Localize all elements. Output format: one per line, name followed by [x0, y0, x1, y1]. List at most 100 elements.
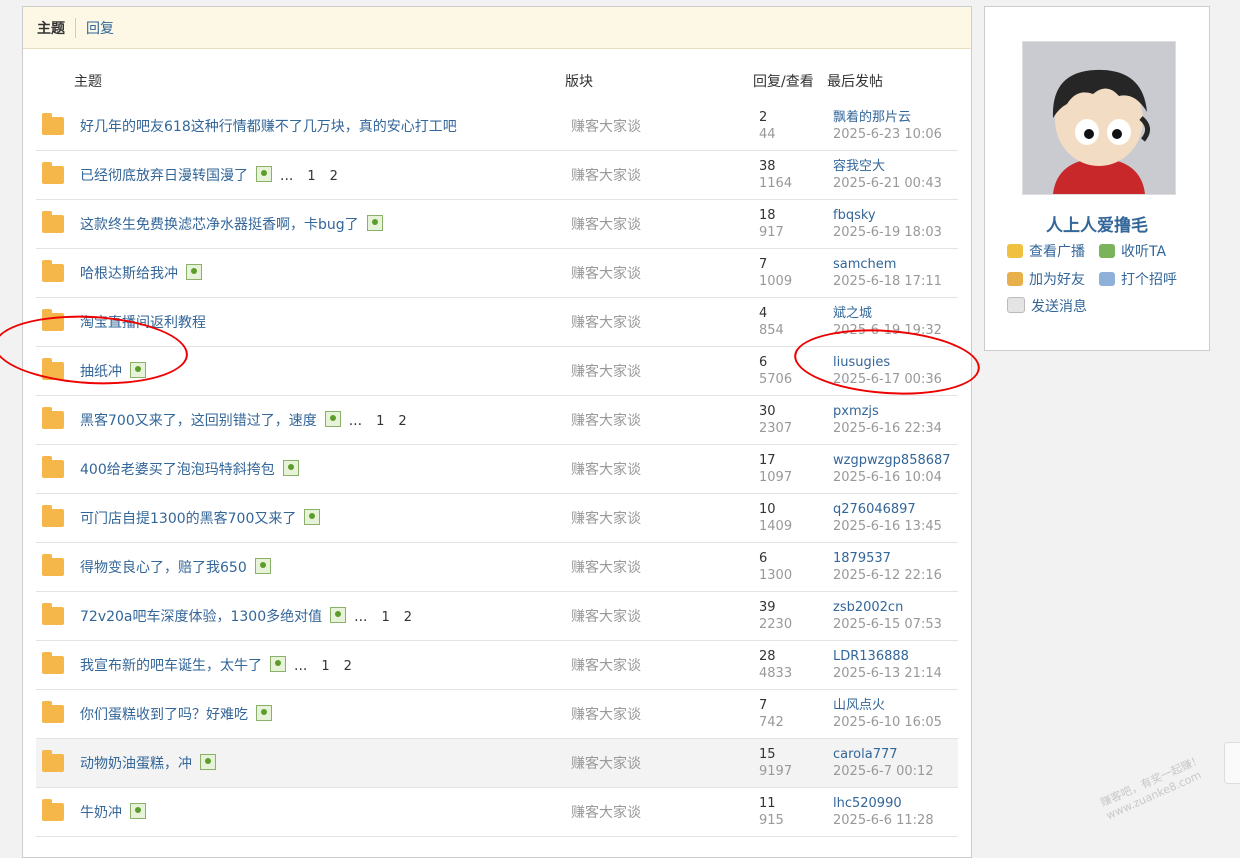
last-poster-link[interactable]: 飘着的那片云: [833, 109, 958, 126]
forum-name[interactable]: 赚客大家谈: [571, 640, 759, 690]
title-cell: 黑客700又来了，这回别错过了，速度... 1 2: [80, 395, 571, 445]
add-friend-link[interactable]: 加为好友: [1007, 269, 1085, 289]
header-last-post: 最后发帖: [827, 74, 883, 90]
forum-name[interactable]: 赚客大家谈: [571, 102, 759, 151]
last-poster-link[interactable]: 容我空大: [833, 158, 958, 175]
table-row[interactable]: 你们蛋糕收到了吗？好难吃 赚客大家谈 7 742 山风点火 2025-6-10 16:05: [36, 689, 958, 739]
table-row[interactable]: 动物奶油蛋糕，冲 赚客大家谈 15 9197 carola777 2025-6-7 00:…: [36, 738, 958, 788]
table-row[interactable]: 这款终生免费换滤芯净水器挺香啊，卡bug了 赚客大家谈 18 917 fbqsky 202…: [36, 199, 958, 249]
thread-title-link[interactable]: 牛奶冲: [80, 805, 122, 821]
follow-link[interactable]: 收听TA: [1099, 241, 1166, 261]
stats-cell: 18 917: [759, 199, 833, 249]
forum-name[interactable]: 赚客大家谈: [571, 444, 759, 494]
folder-cell: [36, 738, 80, 788]
reply-count: 2: [759, 110, 768, 125]
last-poster-link[interactable]: fbqsky: [833, 207, 958, 224]
thread-page-link[interactable]: 2: [404, 610, 412, 625]
thread-title-link[interactable]: 哈根达斯给我冲: [80, 266, 178, 282]
forum-name[interactable]: 赚客大家谈: [571, 787, 759, 837]
forum-name[interactable]: 赚客大家谈: [571, 297, 759, 347]
reply-count: 28: [759, 649, 776, 664]
last-poster-link[interactable]: q276046897: [833, 501, 958, 518]
stats-cell: 2 44: [759, 102, 833, 151]
table-row[interactable]: 得物变良心了，赔了我650 赚客大家谈 6 1300 1879537 2025-6-12 …: [36, 542, 958, 592]
table-row[interactable]: 400给老婆买了泡泡玛特斜挎包 赚客大家谈 17 1097 wzgpwzgp858687…: [36, 444, 958, 494]
thread-title-link[interactable]: 好几年的吧友618这种行情都赚不了几万块，真的安心打工吧: [80, 119, 457, 135]
last-poster-link[interactable]: lhc520990: [833, 795, 958, 812]
last-poster-link[interactable]: zsb2002cn: [833, 599, 958, 616]
folder-icon: [42, 603, 64, 625]
last-poster-link[interactable]: carola777: [833, 746, 958, 763]
last-poster-link[interactable]: LDR136888: [833, 648, 958, 665]
last-post-cell: 1879537 2025-6-12 22:16: [833, 542, 958, 592]
thread-title-link[interactable]: 黑客700又来了，这回别错过了，速度: [80, 413, 317, 429]
stats-cell: 15 9197: [759, 738, 833, 788]
view-count: 1300: [759, 568, 793, 583]
forum-name[interactable]: 赚客大家谈: [571, 591, 759, 641]
thread-page-link[interactable]: 1: [381, 610, 389, 625]
last-poster-link[interactable]: 山风点火: [833, 697, 958, 714]
title-cell: 动物奶油蛋糕，冲: [80, 738, 571, 788]
forum-name[interactable]: 赚客大家谈: [571, 346, 759, 396]
thread-title-link[interactable]: 这款终生免费换滤芯净水器挺香啊，卡bug了: [80, 217, 359, 233]
last-post-cell: 山风点火 2025-6-10 16:05: [833, 689, 958, 739]
thread-title-link[interactable]: 我宣布新的吧车诞生，太牛了: [80, 658, 262, 674]
tab-bar: 主题 回复: [23, 7, 971, 49]
image-attachment-icon: [200, 754, 216, 770]
table-row[interactable]: 黑客700又来了，这回别错过了，速度... 1 2 赚客大家谈 30 2307 pxmzjs…: [36, 395, 958, 445]
reply-count: 18: [759, 208, 776, 223]
thread-title-link[interactable]: 可门店自提1300的黑客700又来了: [80, 511, 296, 527]
image-attachment-icon: [130, 803, 146, 819]
reply-count: 11: [759, 796, 776, 811]
thread-page-link[interactable]: 1: [307, 169, 315, 184]
table-row[interactable]: 72v20a吧车深度体验，1300多绝对值... 1 2 赚客大家谈 39 2230 zsb…: [36, 591, 958, 641]
last-post-cell: q276046897 2025-6-16 13:45: [833, 493, 958, 543]
forum-name[interactable]: 赚客大家谈: [571, 738, 759, 788]
last-poster-link[interactable]: wzgpwzgp858687: [833, 452, 958, 469]
table-row[interactable]: 哈根达斯给我冲 赚客大家谈 7 1009 samchem 2025-6-18 17:11: [36, 248, 958, 298]
send-message-link[interactable]: 发送消息: [1007, 296, 1087, 316]
last-poster-link[interactable]: samchem: [833, 256, 958, 273]
last-poster-link[interactable]: 斌之城: [833, 305, 958, 322]
title-cell: 我宣布新的吧车诞生，太牛了... 1 2: [80, 640, 571, 690]
last-poster-link[interactable]: pxmzjs: [833, 403, 958, 420]
avatar[interactable]: [1022, 41, 1176, 195]
table-row[interactable]: 已经彻底放弃日漫转国漫了... 1 2 赚客大家谈 38 1164 容我空大 2025-6-2…: [36, 150, 958, 200]
forum-name[interactable]: 赚客大家谈: [571, 248, 759, 298]
title-cell: 这款终生免费换滤芯净水器挺香啊，卡bug了: [80, 199, 571, 249]
view-count: 1009: [759, 274, 793, 289]
thread-page-link[interactable]: 1: [376, 414, 384, 429]
forum-name[interactable]: 赚客大家谈: [571, 689, 759, 739]
table-row[interactable]: 可门店自提1300的黑客700又来了 赚客大家谈 10 1409 q276046897 2…: [36, 493, 958, 543]
profile-username[interactable]: 人上人爱撸毛: [985, 211, 1209, 236]
thread-title-link[interactable]: 得物变良心了，赔了我650: [80, 560, 247, 576]
back-to-top-button[interactable]: [1224, 742, 1240, 784]
thread-page-link[interactable]: 2: [330, 169, 338, 184]
thread-page-link[interactable]: 1: [321, 659, 329, 674]
thread-title-link[interactable]: 400给老婆买了泡泡玛特斜挎包: [80, 462, 275, 478]
table-row[interactable]: 我宣布新的吧车诞生，太牛了... 1 2 赚客大家谈 28 4833 LDR136888 20…: [36, 640, 958, 690]
folder-icon: [42, 750, 64, 772]
forum-name[interactable]: 赚客大家谈: [571, 199, 759, 249]
forum-name[interactable]: 赚客大家谈: [571, 493, 759, 543]
thread-page-link[interactable]: 2: [398, 414, 406, 429]
forum-name[interactable]: 赚客大家谈: [571, 150, 759, 200]
thread-title-link[interactable]: 你们蛋糕收到了吗？好难吃: [80, 707, 248, 723]
greet-link[interactable]: 打个招呼: [1099, 269, 1177, 289]
image-attachment-icon: [256, 705, 272, 721]
forum-name[interactable]: 赚客大家谈: [571, 542, 759, 592]
view-count: 1164: [759, 176, 793, 191]
thread-title-link[interactable]: 72v20a吧车深度体验，1300多绝对值: [80, 609, 322, 625]
thread-title-link[interactable]: 动物奶油蛋糕，冲: [80, 756, 192, 772]
table-row[interactable]: 牛奶冲 赚客大家谈 11 915 lhc520990 2025-6-6 11:28: [36, 787, 958, 837]
follow-label: 收听TA: [1121, 244, 1167, 260]
forum-name[interactable]: 赚客大家谈: [571, 395, 759, 445]
thread-title-link[interactable]: 已经彻底放弃日漫转国漫了: [80, 168, 248, 184]
tab-topics[interactable]: 主题: [37, 18, 75, 38]
last-poster-link[interactable]: 1879537: [833, 550, 958, 567]
thread-page-link[interactable]: 2: [344, 659, 352, 674]
last-post-cell: pxmzjs 2025-6-16 22:34: [833, 395, 958, 445]
view-broadcast-link[interactable]: 查看广播: [1007, 241, 1085, 261]
tab-replies[interactable]: 回复: [75, 17, 124, 38]
table-row[interactable]: 好几年的吧友618这种行情都赚不了几万块，真的安心打工吧 赚客大家谈 2 44 飘着的那…: [36, 102, 958, 151]
